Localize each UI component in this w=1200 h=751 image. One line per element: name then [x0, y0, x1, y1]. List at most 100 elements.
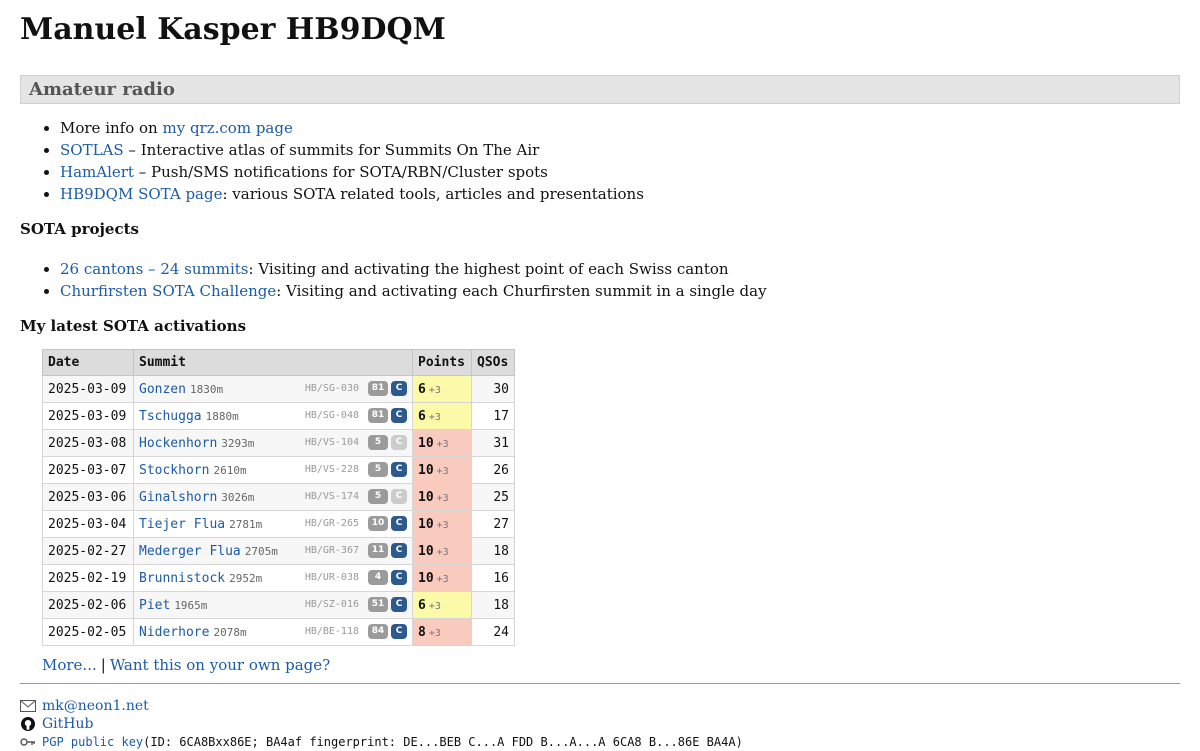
more-link[interactable]: More...: [42, 656, 97, 674]
summit-cell: Mederger Flua 2705m HB/GR-367 11 C: [133, 537, 413, 565]
summit-name-link[interactable]: Piet: [139, 598, 170, 613]
summit-altitude: 2078m: [213, 625, 247, 639]
email-link[interactable]: mk@neon1.net: [42, 697, 149, 715]
summit-name-link[interactable]: Brunnistock: [139, 571, 225, 586]
complete-badge: C: [391, 624, 407, 639]
table-row: 2025-03-06 Ginalshorn 3026m HB/VS-174 5 C 10 +3…: [42, 483, 515, 511]
summit-cell: Tiejer Flua 2781m HB/GR-265 10 C: [133, 510, 413, 538]
points-value: 10: [418, 543, 434, 559]
bonus-points: +3: [436, 546, 449, 558]
activation-count-badge: 11: [368, 543, 388, 558]
footer-divider: [20, 683, 1180, 684]
table-row: 2025-03-09 Gonzen 1830m HB/SG-030 81 C 6 +3 30: [42, 375, 515, 403]
summit-cell: Ginalshorn 3026m HB/VS-174 5 C: [133, 483, 413, 511]
table-row: 2025-02-19 Brunnistock 2952m HB/UR-038 4 C 10 +…: [42, 564, 515, 592]
bonus-points: +3: [428, 411, 441, 423]
list-item-text: : Visiting and activating the highest po…: [248, 260, 729, 278]
complete-badge: C: [391, 516, 407, 531]
pgp-key-fingerprint: (ID: 6CA8Bxx86E; BA4af fingerprint: DE..…: [143, 735, 743, 749]
projects-heading: SOTA projects: [20, 220, 139, 238]
projects-list: 26 cantons – 24 summits: Visiting and ac…: [20, 258, 767, 302]
sotlas-link[interactable]: SOTLAS: [60, 141, 124, 159]
summit-altitude: 2705m: [244, 544, 278, 558]
more-links: More... | Want this on your own page?: [42, 656, 330, 674]
points-value: 6: [418, 597, 426, 613]
hamalert-link[interactable]: HamAlert: [60, 163, 134, 181]
footer: mk@neon1.net GitHub PGP public key (ID: …: [20, 697, 743, 751]
summit-meta: HB/SG-030 81 C: [305, 381, 407, 396]
points-cell: 10 +3: [412, 483, 472, 511]
table-header-row: Date Summit Points QSOs: [42, 349, 515, 376]
points-value: 8: [418, 624, 426, 640]
complete-badge: C: [391, 543, 407, 558]
summit-cell: Hockenhorn 3293m HB/VS-104 5 C: [133, 429, 413, 457]
points-value: 10: [418, 435, 434, 451]
activation-count-badge: 81: [368, 408, 388, 423]
footer-github-row: GitHub: [20, 715, 743, 733]
churfirsten-project-link[interactable]: Churfirsten SOTA Challenge: [60, 282, 276, 300]
summit-name-link[interactable]: Stockhorn: [139, 463, 209, 478]
summit-altitude: 2610m: [213, 463, 247, 477]
summit-name-link[interactable]: Tschugga: [139, 409, 202, 424]
summit-reference: HB/GR-367: [304, 545, 359, 556]
summit-cell: Piet 1965m HB/SZ-016 51 C: [133, 591, 413, 619]
activation-count-badge: 5: [368, 435, 388, 450]
own-page-link[interactable]: Want this on your own page?: [110, 656, 330, 674]
summit-cell: Niderhore 2078m HB/BE-118 84 C: [133, 618, 413, 646]
activations-table-body: 2025-03-09 Gonzen 1830m HB/SG-030 81 C 6 +3 30 20…: [42, 375, 515, 646]
summit-altitude: 2952m: [229, 571, 263, 585]
cantons-project-link[interactable]: 26 cantons – 24 summits: [60, 260, 249, 278]
complete-badge: C: [391, 462, 407, 477]
activation-date: 2025-02-19: [42, 564, 134, 592]
list-item: 26 cantons – 24 summits: Visiting and ac…: [60, 258, 767, 280]
pgp-key-link[interactable]: PGP public key: [42, 733, 143, 751]
summit-meta: HB/VS-174 5 C: [305, 489, 407, 504]
table-row: 2025-02-06 Piet 1965m HB/SZ-016 51 C 6 +3 18: [42, 591, 515, 619]
summit-reference: HB/VS-228: [304, 464, 359, 475]
sota-page-link[interactable]: HB9DQM SOTA page: [60, 185, 222, 203]
points-value: 10: [418, 570, 434, 586]
github-link[interactable]: GitHub: [42, 715, 93, 733]
points-cell: 10 +3: [412, 564, 472, 592]
summit-name-link[interactable]: Ginalshorn: [139, 490, 217, 505]
mail-icon: [20, 700, 36, 712]
bonus-points: +3: [436, 438, 449, 450]
summit-name-link[interactable]: Hockenhorn: [139, 436, 217, 451]
summit-meta: HB/SG-048 81 C: [305, 408, 407, 423]
summit-name-link[interactable]: Gonzen: [139, 382, 186, 397]
list-item-text: More info on: [60, 119, 163, 137]
summit-meta: HB/VS-228 5 C: [305, 462, 407, 477]
qrz-link[interactable]: my qrz.com page: [162, 119, 292, 137]
list-item-text: – Interactive atlas of summits for Summi…: [123, 141, 540, 159]
activation-count-badge: 81: [368, 381, 388, 396]
activations-table: Date Summit Points QSOs 2025-03-09 Gonzen…: [42, 349, 515, 646]
qso-count: 27: [471, 510, 515, 538]
activation-date: 2025-03-06: [42, 483, 134, 511]
summit-name-link[interactable]: Niderhore: [139, 625, 209, 640]
summit-altitude: 2781m: [229, 517, 263, 531]
table-row: 2025-03-09 Tschugga 1880m HB/SG-048 81 C 6 +3 17: [42, 402, 515, 430]
points-cell: 10 +3: [412, 456, 472, 484]
bonus-points: +3: [428, 627, 441, 639]
column-header-summit: Summit: [133, 349, 413, 376]
bonus-points: +3: [428, 600, 441, 612]
summit-name-link[interactable]: Mederger Flua: [139, 544, 241, 559]
summit-reference: HB/VS-104: [304, 437, 359, 448]
table-row: 2025-03-04 Tiejer Flua 2781m HB/GR-265 10 C 10…: [42, 510, 515, 538]
table-row: 2025-03-07 Stockhorn 2610m HB/VS-228 5 C 10 +3 2…: [42, 456, 515, 484]
separator: |: [100, 656, 106, 674]
summit-altitude: 3026m: [221, 490, 255, 504]
qso-count: 25: [471, 483, 515, 511]
bonus-points: +3: [436, 573, 449, 585]
summit-reference: HB/GR-265: [304, 518, 359, 529]
points-cell: 6 +3: [412, 402, 472, 430]
summit-meta: HB/GR-265 10 C: [305, 516, 407, 531]
points-cell: 10 +3: [412, 429, 472, 457]
summit-cell: Tschugga 1880m HB/SG-048 81 C: [133, 402, 413, 430]
qso-count: 18: [471, 537, 515, 565]
summit-meta: HB/SZ-016 51 C: [305, 597, 407, 612]
complete-badge: C: [391, 381, 407, 396]
qso-count: 30: [471, 375, 515, 403]
activation-date: 2025-03-04: [42, 510, 134, 538]
summit-name-link[interactable]: Tiejer Flua: [139, 517, 225, 532]
